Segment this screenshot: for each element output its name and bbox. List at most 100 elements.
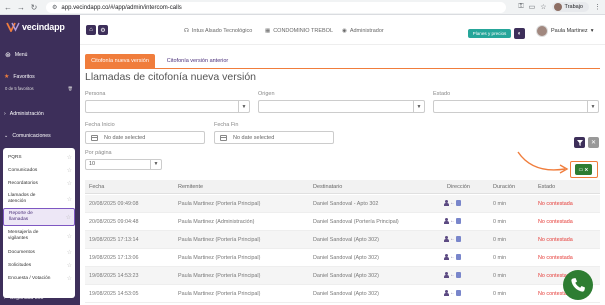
cell-destinatario: Daniel Sandoval - Apto 302 [313,201,379,207]
main-content: Citofonía nueva versión Citofonía versió… [80,45,605,305]
favorites-count: 0 de 5 favoritos [5,86,34,91]
table-header: Fecha Remitente Destinatario Dirección D… [85,180,600,194]
table-row[interactable]: 19/08/2025 17:13:14 Paula Martinez (Port… [85,231,600,249]
page-title: Llamadas de citofonía nueva versión [85,71,257,83]
fecha-inicio-input[interactable]: No date selected [85,131,205,144]
address-bar[interactable]: ⚙ app.vecindapp.co/#/app/admin/intercom-… [46,2,506,13]
origen-select[interactable]: ▼ [258,100,425,113]
estado-label: Estado [433,91,451,97]
submenu-item-mensajeria[interactable]: Mensajería de vigilantes ☆ [3,228,75,244]
sidebar-favorites[interactable]: ★ Favoritos [4,73,35,81]
arrow-left-icon: ← [450,200,455,206]
building-icon [456,218,461,224]
cell-fecha: 19/08/2025 17:13:14 [89,237,139,243]
col-direccion[interactable]: Dirección [447,184,470,190]
person-icon [444,218,449,224]
sidebar-item-seguridad[interactable]: › Seguridad 360 [4,295,43,301]
table-row[interactable]: 20/08/2025 09:49:08 Paula Martinez (Port… [85,195,600,213]
cell-remitente: Paula Martinez (Portería Principal) [178,201,261,207]
table-row[interactable]: 19/08/2025 14:53:23 Paula Martinez (Port… [85,267,600,285]
phone-call-button[interactable] [563,270,593,300]
star-icon[interactable]: ☆ [66,214,71,221]
estado-select[interactable]: ▼ [433,100,599,113]
browser-menu-icon[interactable]: ⋮ [594,3,601,11]
star-icon[interactable]: ☆ [67,275,72,282]
bookmark-star-icon[interactable]: ☆ [540,3,546,11]
menu-toggle[interactable]: ⊛ Menú [5,51,27,59]
cell-destinatario: Daniel Sandoval (Apto 302) [313,237,379,243]
star-icon[interactable]: ☆ [67,233,72,240]
col-estado[interactable]: Estado [538,184,555,190]
home-icon[interactable]: ⌂ [86,25,96,35]
col-duracion[interactable]: Duración [493,184,515,190]
star-icon[interactable]: ☆ [67,180,72,187]
submenu-item-encuesta[interactable]: Encuesta / Votación ☆ [3,273,75,283]
table-row[interactable]: 20/08/2025 09:04:48 Paula Martinez (Admi… [85,213,600,231]
clear-filters-button[interactable]: ✕ [588,137,599,148]
favorites-label: Favoritos [13,73,35,80]
origen-label: Origen [258,91,275,97]
profile-button[interactable]: Trabajo [551,2,589,12]
sidebar-item-administracion[interactable]: › Administración [4,111,44,117]
reload-icon[interactable]: ↻ [29,2,39,12]
tab-citofonia-anterior[interactable]: Citofonía versión anterior [160,54,235,68]
submenu-item-pqrs[interactable]: PQRS ☆ [3,152,75,162]
table-row[interactable]: 19/08/2025 14:53:05 Paula Martinez (Port… [85,285,600,303]
cell-duracion: 0 min [493,201,507,207]
filter-button[interactable] [574,137,585,148]
direction-icons: ← [444,290,461,296]
site-info-icon[interactable]: ⚙ [52,4,57,11]
administracion-label: Administración [9,111,44,117]
submenu-item-solicitudes[interactable]: Solicitudes ☆ [3,260,75,270]
logo[interactable]: vecindapp [6,22,65,32]
fecha-fin-label: Fecha Fin [214,122,239,128]
submenu-item-comunicados[interactable]: Comunicados ☆ [3,165,75,175]
user-icon: ◉ [342,28,347,34]
cell-remitente: Paula Martinez (Portería Principal) [178,273,261,279]
star-icon[interactable]: ☆ [67,167,72,174]
col-destinatario[interactable]: Destinatario [313,184,342,190]
install-icon[interactable]: ▭ [529,3,536,11]
table-row[interactable]: 19/08/2025 17:13:06 Paula Martinez (Port… [85,249,600,267]
status-badge: No contestada [538,219,573,225]
comunicaciones-submenu: PQRS ☆ Comunicados ☆ Recordatorios ☆ Llamad… [3,148,75,298]
role-name: Administrador [349,28,384,34]
cell-destinatario: Daniel Sandoval (Apto 302) [313,273,379,279]
trash-icon[interactable]: 🗑 [68,86,73,92]
submenu-item-documentos[interactable]: Documentos ☆ [3,247,75,257]
arrow-left-icon: ← [450,254,455,260]
forward-icon[interactable]: → [16,2,26,12]
close-icon: ✕ [590,140,597,146]
cell-destinatario: Daniel Sandoval (Portería Principal) [313,219,399,225]
settings-icon[interactable]: ⚙ [98,25,108,35]
persona-select[interactable]: ▼ [85,100,250,113]
star-icon[interactable]: ☆ [67,154,72,161]
user-menu[interactable]: Paula Martinez ▾ [536,25,593,37]
star-icon[interactable]: ☆ [67,249,72,256]
person-icon [444,236,449,242]
sidebar-item-comunicaciones[interactable]: ⌄ Comunicaciones [4,133,51,139]
building-icon [456,290,461,296]
export-excel-button[interactable]: ▭ ⨯ [575,164,592,175]
por-pagina-select[interactable]: 10 ▼ [85,159,162,170]
submenu-item-recordatorios[interactable]: Recordatorios ☆ [3,178,75,188]
col-fecha[interactable]: Fecha [89,184,104,190]
col-remitente[interactable]: Remitente [178,184,203,190]
star-icon[interactable]: ☆ [67,262,72,269]
logo-mark-icon [6,22,20,32]
star-icon[interactable]: ☆ [67,196,72,203]
fecha-fin-input[interactable]: No date selected [214,131,334,144]
cell-duracion: 0 min [493,255,507,261]
tab-citofonia-nueva[interactable]: Citofonía nueva versión [85,54,155,68]
excel-icon: ▭ [578,166,584,173]
key-icon[interactable]: ⚿ [518,3,523,11]
submenu-label: Documentos [8,249,35,255]
plans-button[interactable]: Planes y precios [468,29,511,38]
submenu-label: Comunicados [8,167,38,173]
theme-toggle-icon[interactable]: ◐ [514,28,525,39]
submenu-item-llamados[interactable]: Llamados de atención ☆ [3,191,75,207]
direction-icons: ← [444,200,461,206]
submenu-item-reporte-llamadas[interactable]: Reporte de llamadas ☆ [3,208,75,226]
arrow-left-icon: ← [450,290,455,296]
back-icon[interactable]: ← [3,2,13,12]
